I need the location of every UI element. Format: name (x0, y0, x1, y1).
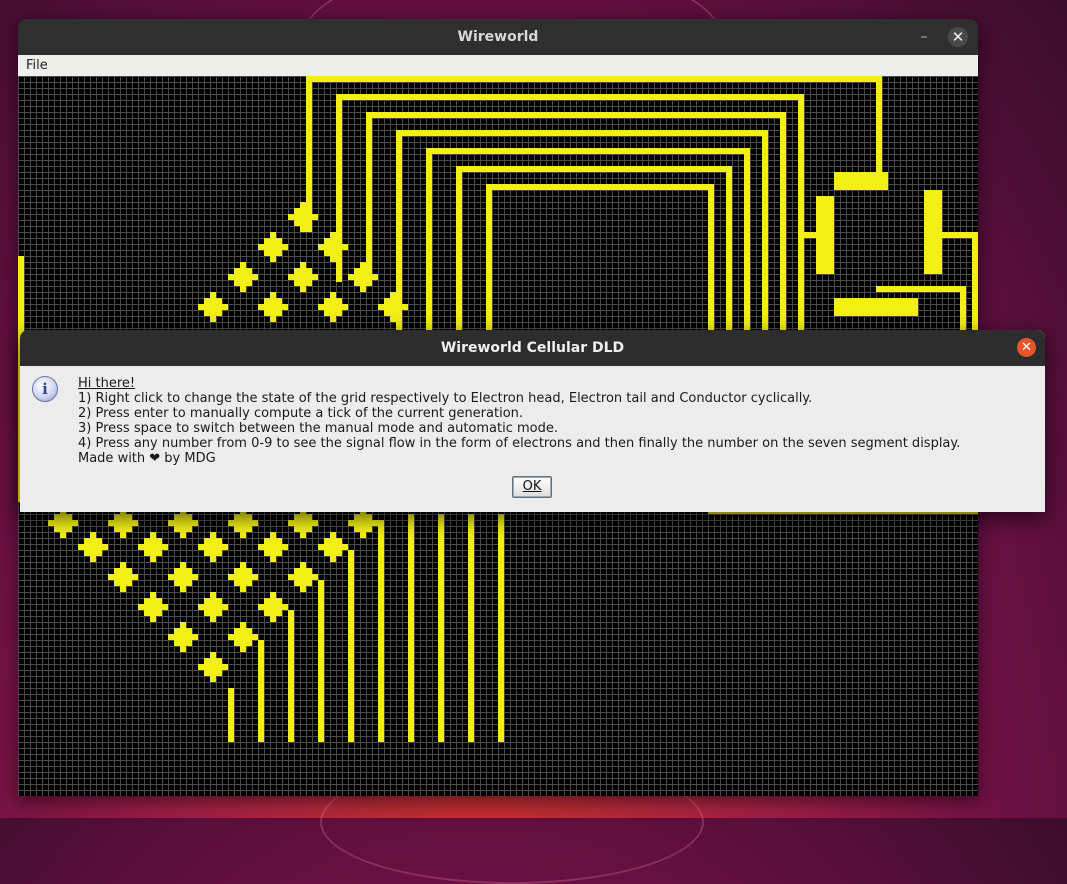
info-icon: i (32, 376, 58, 402)
ok-button[interactable]: OK (512, 476, 552, 498)
message-line: 2) Press enter to manually compute a tic… (78, 406, 524, 421)
main-titlebar[interactable]: Wireworld – ✕ (18, 19, 978, 55)
message-line: 1) Right click to change the state of th… (78, 391, 813, 406)
close-button[interactable]: ✕ (948, 27, 968, 47)
message-line: 3) Press space to switch between the man… (78, 421, 559, 436)
info-dialog: Wireworld Cellular DLD ✕ i Hi there! 1) … (20, 330, 1045, 512)
window-title: Wireworld (457, 29, 539, 45)
message-heading: Hi there! (78, 376, 136, 391)
dialog-message: Hi there! 1) Right click to change the s… (78, 376, 960, 466)
dialog-title: Wireworld Cellular DLD (440, 340, 625, 356)
menubar: File (18, 55, 978, 77)
dialog-close-button[interactable]: ✕ (1017, 338, 1036, 357)
dialog-titlebar[interactable]: Wireworld Cellular DLD ✕ (20, 330, 1045, 366)
minimize-button[interactable]: – (914, 27, 934, 47)
message-line: Made with ❤ by MDG (78, 451, 216, 466)
ok-label: OK (522, 479, 542, 494)
menu-file[interactable]: File (24, 58, 50, 73)
message-line: 4) Press any number from 0-9 to see the … (78, 436, 961, 451)
